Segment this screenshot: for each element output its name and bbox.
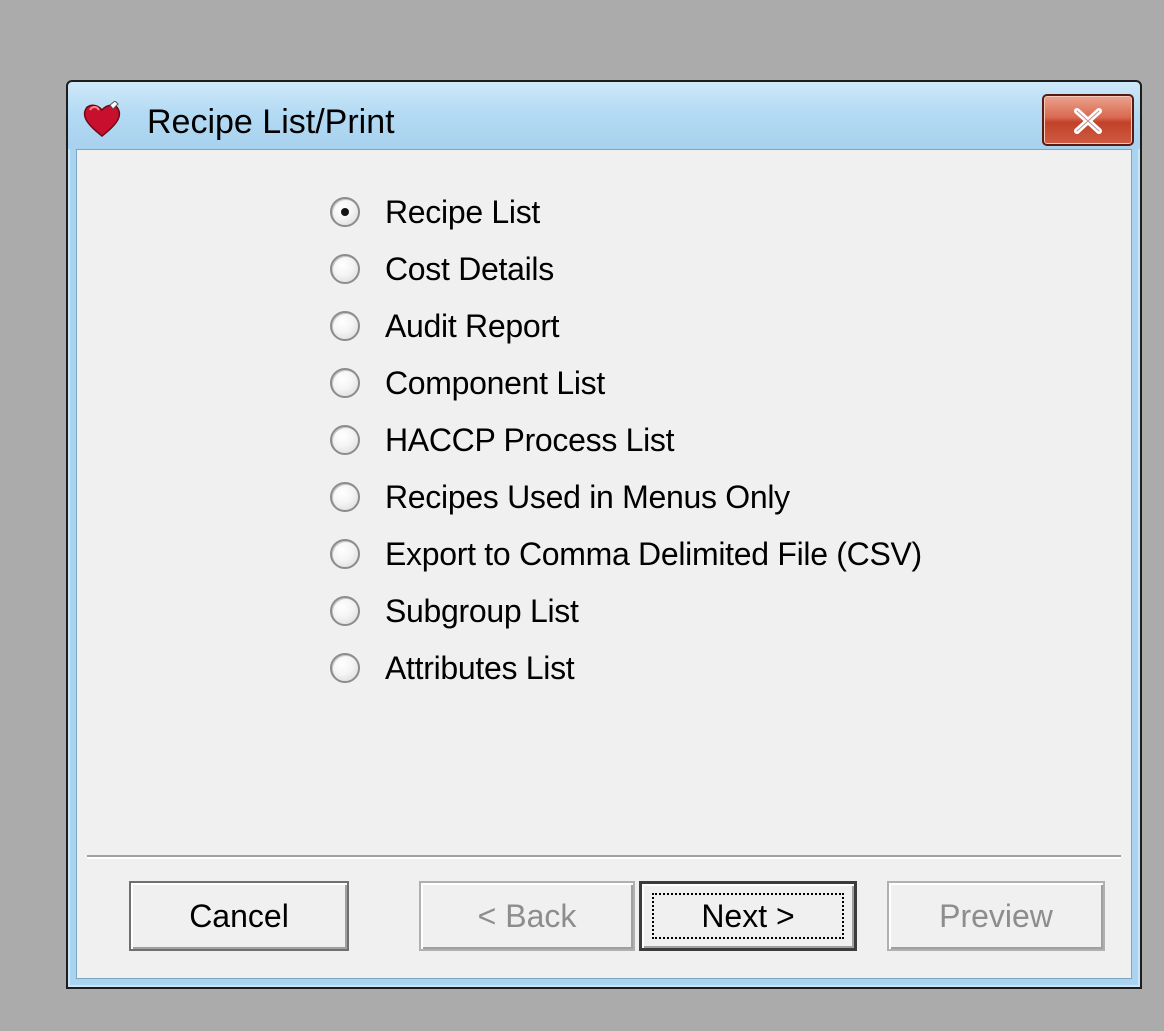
radio-button[interactable] — [330, 596, 360, 626]
dialog-client-area: Recipe List Cost Details Audit Report Co… — [76, 149, 1132, 979]
radio-dot — [341, 208, 349, 216]
radio-button[interactable] — [330, 311, 360, 341]
radio-button[interactable] — [330, 254, 360, 284]
option-label: Component List — [385, 365, 605, 401]
close-button[interactable] — [1042, 94, 1134, 146]
radio-button[interactable] — [330, 425, 360, 455]
red-heart-icon — [82, 100, 122, 139]
preview-button-label: Preview — [939, 897, 1053, 934]
option-label: HACCP Process List — [385, 422, 675, 458]
radio-button[interactable] — [330, 482, 360, 512]
back-button[interactable]: < Back — [419, 881, 635, 951]
close-x-icon — [1074, 108, 1102, 134]
radio-button[interactable] — [330, 368, 360, 398]
option-label: Attributes List — [385, 650, 575, 686]
preview-button[interactable]: Preview — [887, 881, 1105, 951]
radio-button[interactable] — [330, 539, 360, 569]
option-label: Recipe List — [385, 194, 540, 230]
option-label: Cost Details — [385, 251, 554, 287]
cancel-button[interactable]: Cancel — [129, 881, 349, 951]
window-title: Recipe List/Print — [147, 103, 395, 141]
radio-button-selected[interactable] — [330, 197, 360, 227]
next-button-label: Next > — [701, 897, 795, 934]
back-button-label: < Back — [477, 897, 577, 934]
separator-line — [87, 855, 1121, 859]
cancel-button-label: Cancel — [189, 897, 289, 934]
next-button[interactable]: Next > — [639, 881, 857, 951]
title-bar[interactable]: Recipe List/Print — [68, 82, 1140, 149]
option-label: Audit Report — [385, 308, 560, 344]
option-label: Recipes Used in Menus Only — [385, 479, 790, 515]
option-label: Subgroup List — [385, 593, 579, 629]
radio-button[interactable] — [330, 653, 360, 683]
option-label: Export to Comma Delimited File (CSV) — [385, 536, 922, 572]
recipe-list-print-dialog: Recipe List/Print Recipe List Cost Detai… — [66, 80, 1142, 989]
